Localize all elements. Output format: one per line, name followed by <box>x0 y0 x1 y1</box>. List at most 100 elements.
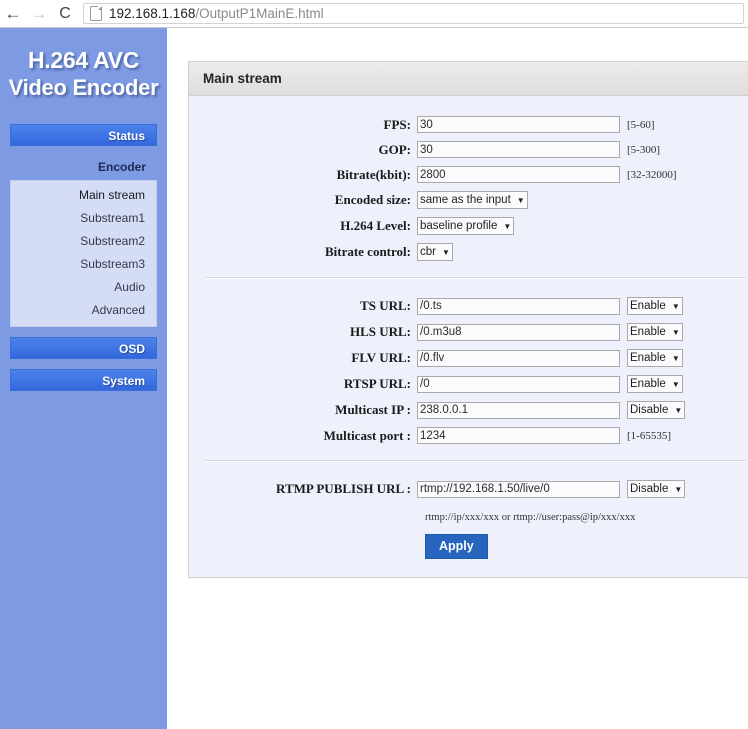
divider-2 <box>205 460 746 462</box>
chevron-down-icon: ▼ <box>503 221 512 231</box>
sidebar-item-encoder[interactable]: Encoder <box>10 156 157 178</box>
bitrate-control-value: cbr <box>420 246 436 258</box>
divider-1 <box>205 277 746 279</box>
row-multicast-ip: Multicast IP : Disable ▼ <box>189 401 748 419</box>
browser-window: ← → C 192.168.1.168/OutputP1MainE.html H… <box>0 0 748 729</box>
ts-url-state-select[interactable]: Enable ▼ <box>627 297 683 315</box>
sidebar-item-osd[interactable]: OSD <box>10 337 157 359</box>
fps-range-hint: [5-60] <box>627 118 655 131</box>
row-ts-url: TS URL: Enable ▼ <box>189 297 748 315</box>
main-content: Main stream FPS: [5-60] GOP: [5-300] <box>167 28 748 729</box>
rtmp-publish-url-input[interactable] <box>417 480 620 498</box>
sidebar-item-substream3[interactable]: Substream3 <box>11 253 156 276</box>
sidebar-item-substream1[interactable]: Substream1 <box>11 207 156 230</box>
multicast-ip-state-select[interactable]: Disable ▼ <box>627 401 686 419</box>
flv-url-state-value: Enable <box>630 352 666 364</box>
rtmp-format-note: rtmp://ip/xxx/xxx or rtmp://user:pass@ip… <box>425 512 636 523</box>
sidebar-item-substream2[interactable]: Substream2 <box>11 230 156 253</box>
chevron-down-icon: ▼ <box>441 247 450 257</box>
row-multicast-port: Multicast port : [1-65535] <box>189 427 748 444</box>
bitrate-control-label: Bitrate control: <box>324 244 411 259</box>
sidebar-item-system[interactable]: System <box>10 369 157 391</box>
rtmp-publish-state-value: Disable <box>630 483 669 495</box>
row-fps: FPS: [5-60] <box>189 116 748 133</box>
panel-title: Main stream <box>189 62 748 96</box>
sidebar-item-advanced[interactable]: Advanced <box>11 299 156 322</box>
h264-level-select[interactable]: baseline profile ▼ <box>417 217 515 235</box>
row-bitrate: Bitrate(kbit): [32-32000] <box>189 166 748 183</box>
chevron-down-icon: ▼ <box>671 301 680 311</box>
bitrate-control-select[interactable]: cbr ▼ <box>417 243 453 261</box>
product-logo: H.264 AVC Video Encoder <box>0 28 167 102</box>
multicast-ip-state-value: Disable <box>630 404 669 416</box>
row-h264-level: H.264 Level: baseline profile ▼ <box>189 217 748 235</box>
apply-button[interactable]: Apply <box>425 534 488 559</box>
gop-input[interactable] <box>417 141 620 158</box>
back-arrow-icon[interactable]: ← <box>0 1 26 27</box>
panel-body: FPS: [5-60] GOP: [5-300] Bitrate(kbit): <box>189 96 748 577</box>
flv-url-input[interactable] <box>417 349 620 367</box>
rtsp-url-label: RTSP URL: <box>343 376 411 391</box>
sidebar-item-audio[interactable]: Audio <box>11 276 156 299</box>
row-rtsp-url: RTSP URL: Enable ▼ <box>189 375 748 393</box>
url-path: /OutputP1MainE.html <box>195 6 324 21</box>
row-encoded-size: Encoded size: same as the input ▼ <box>189 191 748 209</box>
hls-url-input[interactable] <box>417 323 620 341</box>
multicast-port-input[interactable] <box>417 427 620 444</box>
chevron-down-icon: ▼ <box>516 195 525 205</box>
row-hls-url: HLS URL: Enable ▼ <box>189 323 748 341</box>
chevron-down-icon: ▼ <box>671 379 680 389</box>
logo-line-2: Video Encoder <box>8 75 159 100</box>
hls-url-state-select[interactable]: Enable ▼ <box>627 323 683 341</box>
row-bitrate-control: Bitrate control: cbr ▼ <box>189 243 748 261</box>
flv-url-state-select[interactable]: Enable ▼ <box>627 349 683 367</box>
rtsp-url-state-select[interactable]: Enable ▼ <box>627 375 683 393</box>
address-bar[interactable]: 192.168.1.168/OutputP1MainE.html <box>83 3 744 24</box>
rtmp-publish-url-label: RTMP PUBLISH URL : <box>276 481 411 496</box>
bitrate-range-hint: [32-32000] <box>627 168 677 181</box>
sidebar-menu: Status Encoder Main stream Substream1 Su… <box>0 124 167 391</box>
multicast-port-range-hint: [1-65535] <box>627 429 671 442</box>
hls-url-state-value: Enable <box>630 326 666 338</box>
bitrate-input[interactable] <box>417 166 620 183</box>
multicast-ip-label: Multicast IP : <box>335 402 411 417</box>
encoded-size-select[interactable]: same as the input ▼ <box>417 191 528 209</box>
gop-range-hint: [5-300] <box>627 143 660 156</box>
fps-label: FPS: <box>383 116 411 132</box>
fps-input[interactable] <box>417 116 620 133</box>
flv-url-label: FLV URL: <box>351 350 411 365</box>
ts-url-input[interactable] <box>417 297 620 315</box>
encoded-size-label: Encoded size: <box>334 192 411 207</box>
encoded-size-value: same as the input <box>420 194 511 206</box>
h264-level-label: H.264 Level: <box>340 218 411 233</box>
sidebar-item-status[interactable]: Status <box>10 124 157 146</box>
logo-line-1: H.264 AVC <box>27 47 140 73</box>
row-rtmp-publish-url: RTMP PUBLISH URL : Disable ▼ <box>189 480 748 498</box>
main-stream-panel: Main stream FPS: [5-60] GOP: [5-300] <box>188 61 748 578</box>
row-gop: GOP: [5-300] <box>189 141 748 158</box>
hls-url-label: HLS URL: <box>349 324 411 339</box>
reload-icon[interactable]: C <box>52 1 78 27</box>
bitrate-label: Bitrate(kbit): <box>336 166 411 182</box>
row-flv-url: FLV URL: Enable ▼ <box>189 349 748 367</box>
rtmp-publish-state-select[interactable]: Disable ▼ <box>627 480 686 498</box>
chevron-down-icon: ▼ <box>674 405 683 415</box>
ts-url-label: TS URL: <box>360 298 411 313</box>
ts-url-state-value: Enable <box>630 300 666 312</box>
gop-label: GOP: <box>378 141 412 157</box>
chevron-down-icon: ▼ <box>671 327 680 337</box>
h264-level-value: baseline profile <box>420 220 498 232</box>
sidebar-submenu-encoder: Main stream Substream1 Substream2 Substr… <box>10 180 157 327</box>
sidebar: H.264 AVC Video Encoder Status Encoder M… <box>0 28 167 729</box>
url-host: 192.168.1.168 <box>109 6 196 21</box>
chevron-down-icon: ▼ <box>674 484 683 494</box>
forward-arrow-icon[interactable]: → <box>26 1 52 27</box>
browser-toolbar: ← → C 192.168.1.168/OutputP1MainE.html <box>0 0 748 28</box>
multicast-ip-input[interactable] <box>417 401 620 419</box>
page-content: H.264 AVC Video Encoder Status Encoder M… <box>0 28 748 729</box>
address-bar-text: 192.168.1.168/OutputP1MainE.html <box>109 6 324 21</box>
page-document-icon <box>90 6 102 21</box>
sidebar-item-main-stream[interactable]: Main stream <box>11 184 156 207</box>
chevron-down-icon: ▼ <box>671 353 680 363</box>
rtsp-url-input[interactable] <box>417 375 620 393</box>
